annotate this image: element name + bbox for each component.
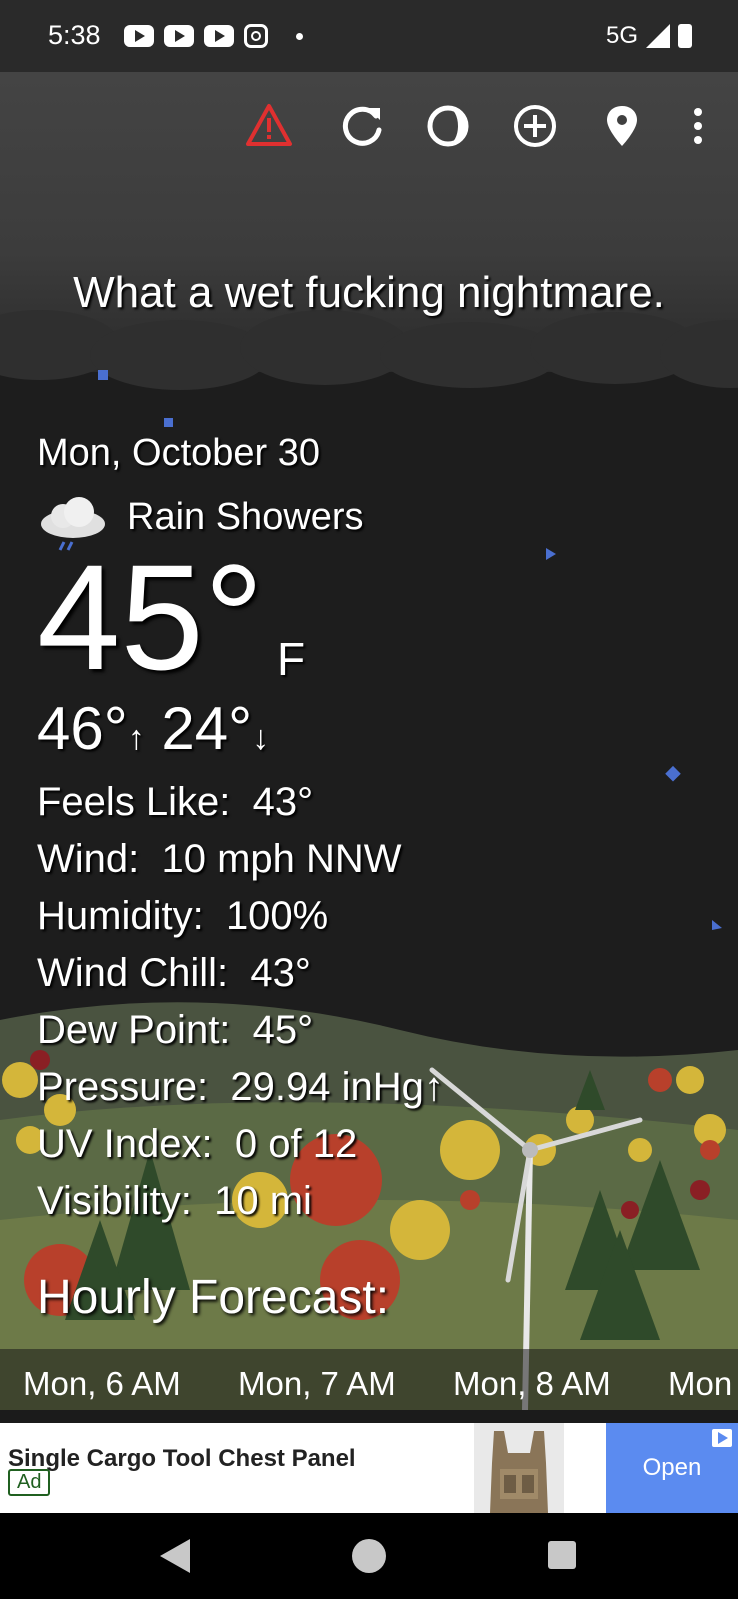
system-navigation-bar xyxy=(0,1513,738,1599)
stat-uv-index: UV Index: 0 of 12 xyxy=(37,1122,358,1166)
stat-feels-like: Feels Like: 43° xyxy=(37,780,314,824)
refresh-icon[interactable] xyxy=(338,102,386,150)
back-icon[interactable] xyxy=(160,1539,190,1573)
warning-icon[interactable] xyxy=(245,102,293,150)
ad-product-image[interactable] xyxy=(474,1423,564,1513)
high-temperature: 46° xyxy=(37,695,128,762)
ad-banner[interactable]: Single Cargo Tool Chest Panel Ad Open xyxy=(0,1423,738,1513)
up-arrow-icon: ↑ xyxy=(127,719,145,757)
stat-humidity: Humidity: 100% xyxy=(37,894,329,938)
network-type: 5G xyxy=(605,22,638,49)
stat-wind-chill: Wind Chill: 43° xyxy=(37,951,311,995)
stat-wind: Wind: 10 mph NNW xyxy=(37,837,402,881)
hourly-forecast-strip[interactable]: Mon, 6 AM Mon, 7 AM Mon, 8 AM Mon xyxy=(0,1349,738,1423)
toolbar xyxy=(0,92,738,156)
forecast-date: Mon, October 30 xyxy=(37,432,321,474)
status-time: 5:38 xyxy=(48,20,101,50)
hourly-forecast-title: Hourly Forecast: xyxy=(37,1271,390,1324)
current-conditions: Mon, October 30 Rain Showers 45° F 46°↑ … xyxy=(37,432,444,1223)
ad-title[interactable]: Single Cargo Tool Chest Panel xyxy=(8,1445,356,1473)
weather-stats: Feels Like: 43° Wind: 10 mph NNW Humidit… xyxy=(37,774,444,1230)
youtube-notification-icon xyxy=(164,25,194,47)
ad-badge: Ad xyxy=(8,1469,51,1496)
down-arrow-icon: ↓ xyxy=(252,719,270,757)
hourly-item[interactable]: Mon xyxy=(668,1365,732,1403)
signal-icon xyxy=(646,24,670,48)
more-vert-icon[interactable] xyxy=(674,102,722,150)
low-temperature: 24° xyxy=(161,695,253,762)
home-icon[interactable] xyxy=(352,1539,386,1573)
add-location-icon[interactable] xyxy=(511,102,559,150)
battery-icon xyxy=(678,24,692,48)
stat-visibility: Visibility: 10 mi xyxy=(37,1179,312,1223)
theme-icon[interactable] xyxy=(424,102,472,150)
temperature-unit: F xyxy=(277,633,306,685)
youtube-notification-icon xyxy=(204,25,234,47)
snark-headline: What a wet fucking nightmare. xyxy=(73,268,665,317)
ad-choices-icon[interactable] xyxy=(710,1427,734,1449)
more-notifications-dot-icon xyxy=(296,32,303,40)
recents-icon[interactable] xyxy=(548,1541,576,1569)
youtube-notification-icon xyxy=(124,25,154,47)
current-temperature: 45° xyxy=(37,533,264,701)
notification-icons xyxy=(124,24,303,48)
location-pin-icon[interactable] xyxy=(598,102,646,150)
instagram-notification-icon xyxy=(244,24,268,48)
status-bar: 5:38 5G xyxy=(0,0,738,72)
hourly-item[interactable]: Mon, 8 AM xyxy=(453,1365,611,1403)
hourly-item[interactable]: Mon, 7 AM xyxy=(238,1365,396,1403)
hourly-item[interactable]: Mon, 6 AM xyxy=(23,1365,181,1403)
high-low-temperature: 46°↑ 24°↓ xyxy=(37,694,269,763)
stat-pressure: Pressure: 29.94 inHg↑ xyxy=(37,1065,444,1109)
stat-dew-point: Dew Point: 45° xyxy=(37,1008,314,1052)
system-status-icons: 5G xyxy=(606,22,692,50)
